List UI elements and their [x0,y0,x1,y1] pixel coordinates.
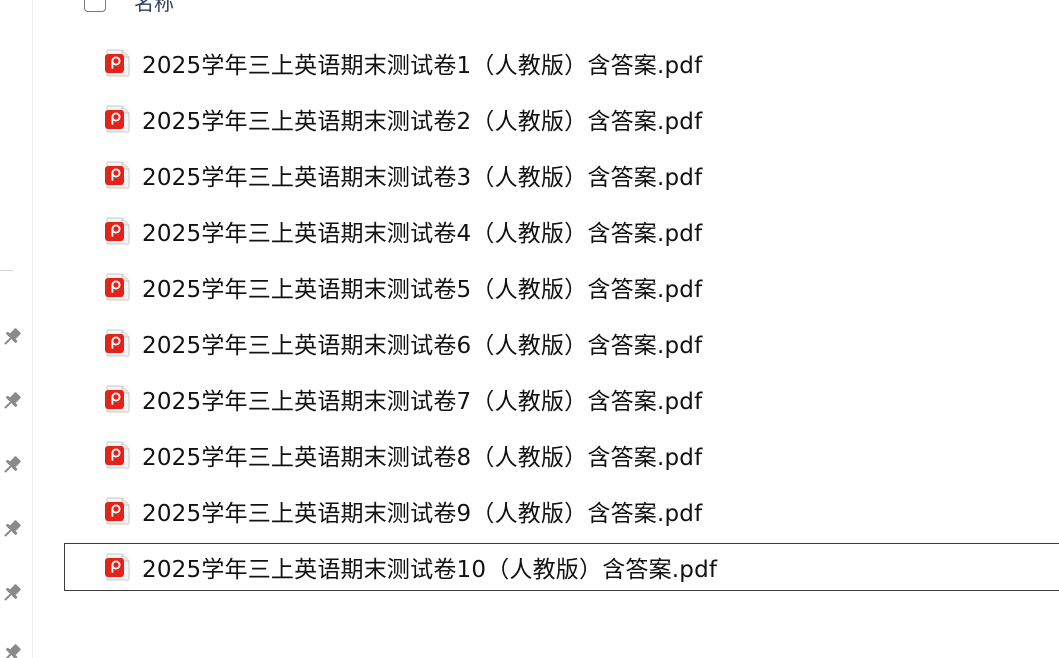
file-row[interactable]: 2025学年三上英语期末测试卷2（人教版）含答案.pdf [64,91,1059,147]
pdf-file-icon [104,441,132,469]
file-list: 2025学年三上英语期末测试卷1（人教版）含答案.pdf 2025学年三上英语期末… [64,35,1059,591]
pin-icon[interactable] [1,454,23,476]
file-row[interactable]: 2025学年三上英语期末测试卷1（人教版）含答案.pdf [64,35,1059,91]
file-name: 2025学年三上英语期末测试卷4（人教版）含答案.pdf [142,221,703,247]
file-name: 2025学年三上英语期末测试卷9（人教版）含答案.pdf [142,501,703,527]
pdf-file-icon [104,385,132,413]
pdf-file-icon [104,329,132,357]
file-row[interactable]: 2025学年三上英语期末测试卷4（人教版）含答案.pdf [64,203,1059,259]
file-name: 2025学年三上英语期末测试卷3（人教版）含答案.pdf [142,165,703,191]
file-explorer-window: 名称 2025学年三上英语期末测试卷1（人教版）含答案.pdf 2025学年三上英… [0,0,1059,658]
nav-divider [0,270,14,271]
file-row[interactable]: 2025学年三上英语期末测试卷10（人教版）含答案.pdf [64,543,1059,591]
file-row[interactable]: 2025学年三上英语期末测试卷9（人教版）含答案.pdf [64,483,1059,539]
file-row[interactable]: 2025学年三上英语期末测试卷6（人教版）含答案.pdf [64,315,1059,371]
file-row[interactable]: 2025学年三上英语期末测试卷3（人教版）含答案.pdf [64,147,1059,203]
pdf-file-icon [104,49,132,77]
pin-icon[interactable] [1,582,23,604]
column-header: 名称 [84,0,174,16]
file-name: 2025学年三上英语期末测试卷8（人教版）含答案.pdf [142,445,703,471]
navigation-pane [0,0,33,658]
file-name: 2025学年三上英语期末测试卷10（人教版）含答案.pdf [142,557,718,583]
name-column-header[interactable]: 名称 [134,0,174,16]
file-name: 2025学年三上英语期末测试卷1（人教版）含答案.pdf [142,53,703,79]
pin-icon[interactable] [1,518,23,540]
file-name: 2025学年三上英语期末测试卷6（人教版）含答案.pdf [142,333,703,359]
pdf-file-icon [104,273,132,301]
file-row[interactable]: 2025学年三上英语期末测试卷8（人教版）含答案.pdf [64,427,1059,483]
pin-icon[interactable] [1,390,23,412]
pdf-file-icon [104,497,132,525]
file-row[interactable]: 2025学年三上英语期末测试卷7（人教版）含答案.pdf [64,371,1059,427]
file-name: 2025学年三上英语期末测试卷5（人教版）含答案.pdf [142,277,703,303]
file-name: 2025学年三上英语期末测试卷2（人教版）含答案.pdf [142,109,703,135]
file-name: 2025学年三上英语期末测试卷7（人教版）含答案.pdf [142,389,703,415]
pdf-file-icon [104,105,132,133]
pdf-file-icon [104,161,132,189]
file-row[interactable]: 2025学年三上英语期末测试卷5（人教版）含答案.pdf [64,259,1059,315]
pin-icon[interactable] [1,326,23,348]
pdf-file-icon [104,553,132,581]
pin-icon[interactable] [1,642,23,658]
pdf-file-icon [104,217,132,245]
select-all-checkbox[interactable] [84,0,106,12]
